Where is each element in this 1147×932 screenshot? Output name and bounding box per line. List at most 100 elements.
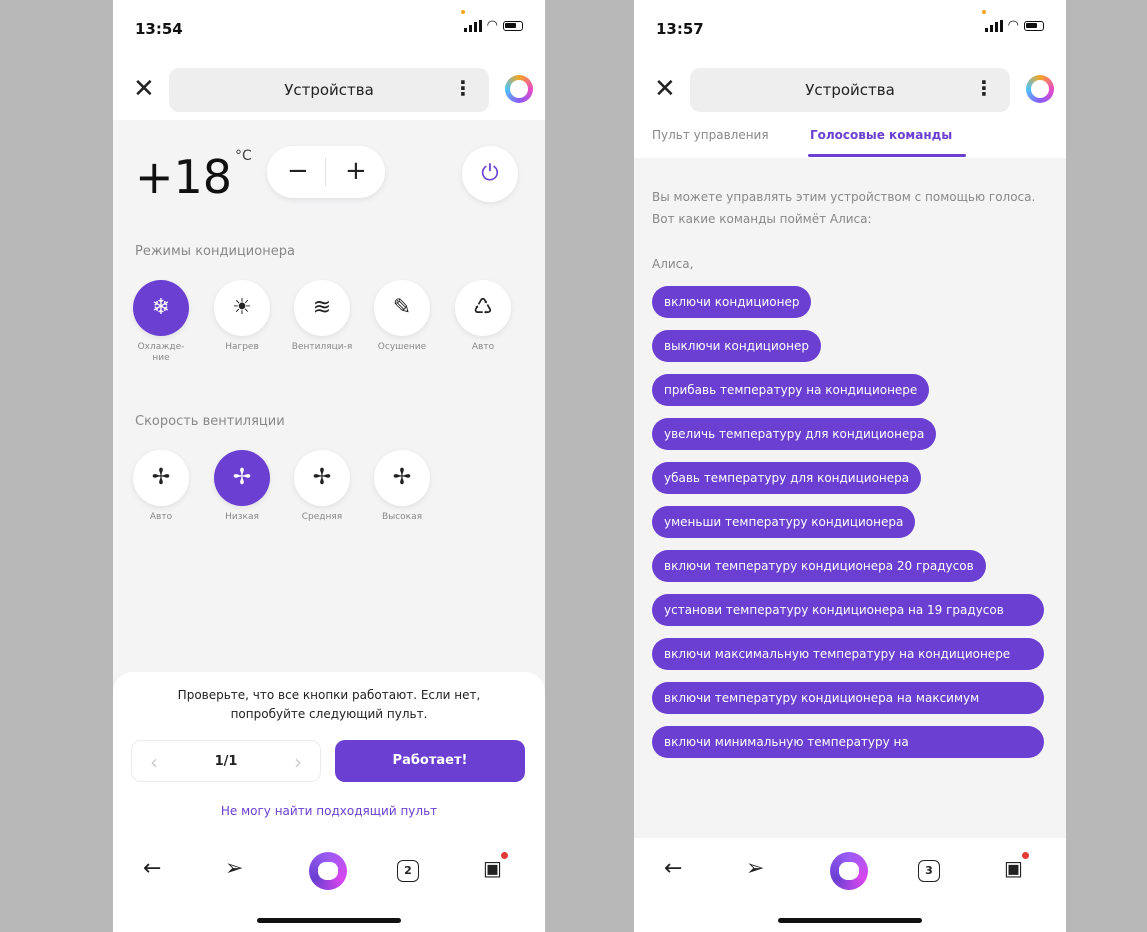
tabs-count-icon[interactable]: 2	[397, 860, 419, 882]
home-indicator	[257, 918, 401, 923]
top-bar: ✕ Устройства ⋮	[634, 62, 1066, 120]
page-title: Устройства	[284, 81, 374, 99]
voice-command-chip[interactable]: уменьши температуру кондиционера	[652, 506, 916, 538]
speed-label: Низкая	[225, 512, 259, 522]
send-icon[interactable]: ➢	[746, 856, 764, 881]
mode-label: Осушение	[377, 342, 427, 352]
more-icon[interactable]: ⋮	[974, 78, 994, 98]
notification-dot	[501, 852, 508, 859]
remote-check-sheet: Проверьте, что все кнопки работают. Если…	[113, 672, 545, 838]
voice-command-chip[interactable]: увеличь температуру для кондиционера	[652, 418, 937, 450]
home-indicator	[778, 918, 922, 923]
speed-label: Авто	[149, 512, 173, 522]
active-tab-underline	[808, 154, 966, 157]
alisa-prefix: Алиса,	[652, 257, 694, 271]
close-icon[interactable]: ✕	[133, 76, 155, 102]
wind-icon: ≋	[294, 280, 350, 336]
bottom-nav: ← ➢ 2 ▣	[113, 838, 545, 932]
tab-voice-commands[interactable]: Голосовые команды	[810, 128, 952, 142]
voice-command-chip[interactable]: включи кондиционер	[652, 286, 812, 318]
chevron-right-icon[interactable]: ›	[294, 750, 302, 774]
battery-icon	[503, 21, 523, 31]
power-icon: ⏻	[481, 161, 499, 186]
send-icon[interactable]: ➢	[225, 856, 243, 881]
recording-indicator	[982, 10, 986, 14]
status-bar: 13:54 ◠	[113, 0, 545, 62]
sun-icon: ☀	[214, 280, 270, 336]
page-title: Устройства	[805, 81, 895, 99]
fan-icon: ✢	[214, 450, 270, 506]
recording-indicator	[461, 10, 465, 14]
alice-logo-icon[interactable]	[1026, 75, 1054, 103]
status-bar: 13:57 ◠	[634, 0, 1066, 62]
fan-icon: ✢	[133, 450, 189, 506]
temperature-decrease-button[interactable]: −	[287, 156, 309, 186]
modes-section-label: Режимы кондиционера	[135, 244, 295, 259]
mode-ventilation-button[interactable]: ≋ Вентиляци-я	[291, 280, 353, 353]
alice-icon[interactable]	[830, 852, 868, 890]
mode-drying-button[interactable]: ✎ Осушение	[371, 280, 433, 353]
voice-command-chip[interactable]: включи температуру кондиционера 20 граду…	[652, 550, 986, 582]
recycle-icon: ♺	[455, 280, 511, 336]
voice-command-list: включи кондиционер выключи кондиционер п…	[652, 286, 1052, 770]
drop-off-icon: ✎	[374, 280, 430, 336]
apps-grid-icon[interactable]: ▣	[483, 856, 502, 880]
speed-high-button[interactable]: ✢ Высокая	[371, 450, 433, 523]
voice-command-chip[interactable]: включи температуру кондиционера на макси…	[652, 682, 1044, 714]
status-time: 13:57	[656, 20, 704, 38]
mode-label: Вентиляци-я	[291, 342, 353, 352]
battery-icon	[1024, 21, 1044, 31]
tabs-count-icon[interactable]: 3	[918, 860, 940, 882]
fan-icon: ✢	[294, 450, 350, 506]
power-button[interactable]: ⏻	[462, 146, 518, 202]
mode-label: Нагрев	[225, 342, 259, 352]
voice-command-chip[interactable]: установи температуру кондиционера на 19 …	[652, 594, 1044, 626]
mode-heating-button[interactable]: ☀ Нагрев	[211, 280, 273, 353]
bottom-nav: ← ➢ 3 ▣	[634, 838, 1066, 932]
wifi-icon: ◠	[1007, 18, 1019, 33]
alice-logo-icon[interactable]	[505, 75, 533, 103]
title-bar[interactable]: Устройства ⋮	[690, 68, 1010, 112]
voice-command-chip[interactable]: включи минимальную температуру на	[652, 726, 1044, 758]
voice-command-chip[interactable]: прибавь температуру на кондиционере	[652, 374, 930, 406]
speed-label: Средняя	[301, 512, 343, 522]
temperature-increase-button[interactable]: +	[345, 156, 367, 186]
apps-grid-icon[interactable]: ▣	[1004, 856, 1023, 880]
stepper-divider	[325, 158, 326, 186]
mode-cooling-button[interactable]: ❄ Охлажде-ние	[130, 280, 192, 364]
status-time: 13:54	[135, 20, 183, 38]
status-icons: ◠	[984, 18, 1044, 33]
speed-label: Высокая	[381, 512, 423, 522]
mode-label: Охлажде-ние	[137, 342, 185, 363]
works-button[interactable]: Работает!	[335, 740, 525, 782]
signal-icon	[984, 20, 1003, 32]
speed-auto-button[interactable]: ✢ Авто	[130, 450, 192, 523]
close-icon[interactable]: ✕	[654, 76, 676, 102]
back-arrow-icon[interactable]: ←	[143, 856, 161, 881]
pager-value: 1/1	[214, 754, 238, 769]
speed-medium-button[interactable]: ✢ Средняя	[291, 450, 353, 523]
more-icon[interactable]: ⋮	[453, 78, 473, 98]
fan-icon: ✢	[374, 450, 430, 506]
tab-remote[interactable]: Пульт управления	[652, 128, 769, 142]
voice-intro-text: Вы можете управлять этим устройством с п…	[652, 190, 1036, 226]
cant-find-remote-link[interactable]: Не могу найти подходящий пульт	[113, 804, 545, 818]
remote-check-text: Проверьте, что все кнопки работают. Если…	[177, 688, 481, 721]
temperature-unit: °C	[235, 148, 252, 164]
mode-auto-button[interactable]: ♺ Авто	[452, 280, 514, 353]
voice-command-chip[interactable]: включи максимальную температуру на конди…	[652, 638, 1044, 670]
phone-voice-commands-screen: 13:57 ◠ ✕ Устройства ⋮ Пульт управления …	[634, 0, 1066, 932]
alice-icon[interactable]	[309, 852, 347, 890]
title-bar[interactable]: Устройства ⋮	[169, 68, 489, 112]
voice-command-chip[interactable]: убавь температуру для кондиционера	[652, 462, 922, 494]
status-icons: ◠	[463, 18, 523, 33]
device-tabs: Пульт управления Голосовые команды	[634, 120, 1066, 158]
signal-icon	[463, 20, 482, 32]
back-arrow-icon[interactable]: ←	[664, 856, 682, 881]
speed-low-button[interactable]: ✢ Низкая	[211, 450, 273, 523]
voice-command-chip[interactable]: выключи кондиционер	[652, 330, 821, 362]
top-bar: ✕ Устройства ⋮	[113, 62, 545, 120]
wifi-icon: ◠	[486, 18, 498, 33]
snowflake-icon: ❄	[133, 280, 189, 336]
notification-dot	[1022, 852, 1029, 859]
